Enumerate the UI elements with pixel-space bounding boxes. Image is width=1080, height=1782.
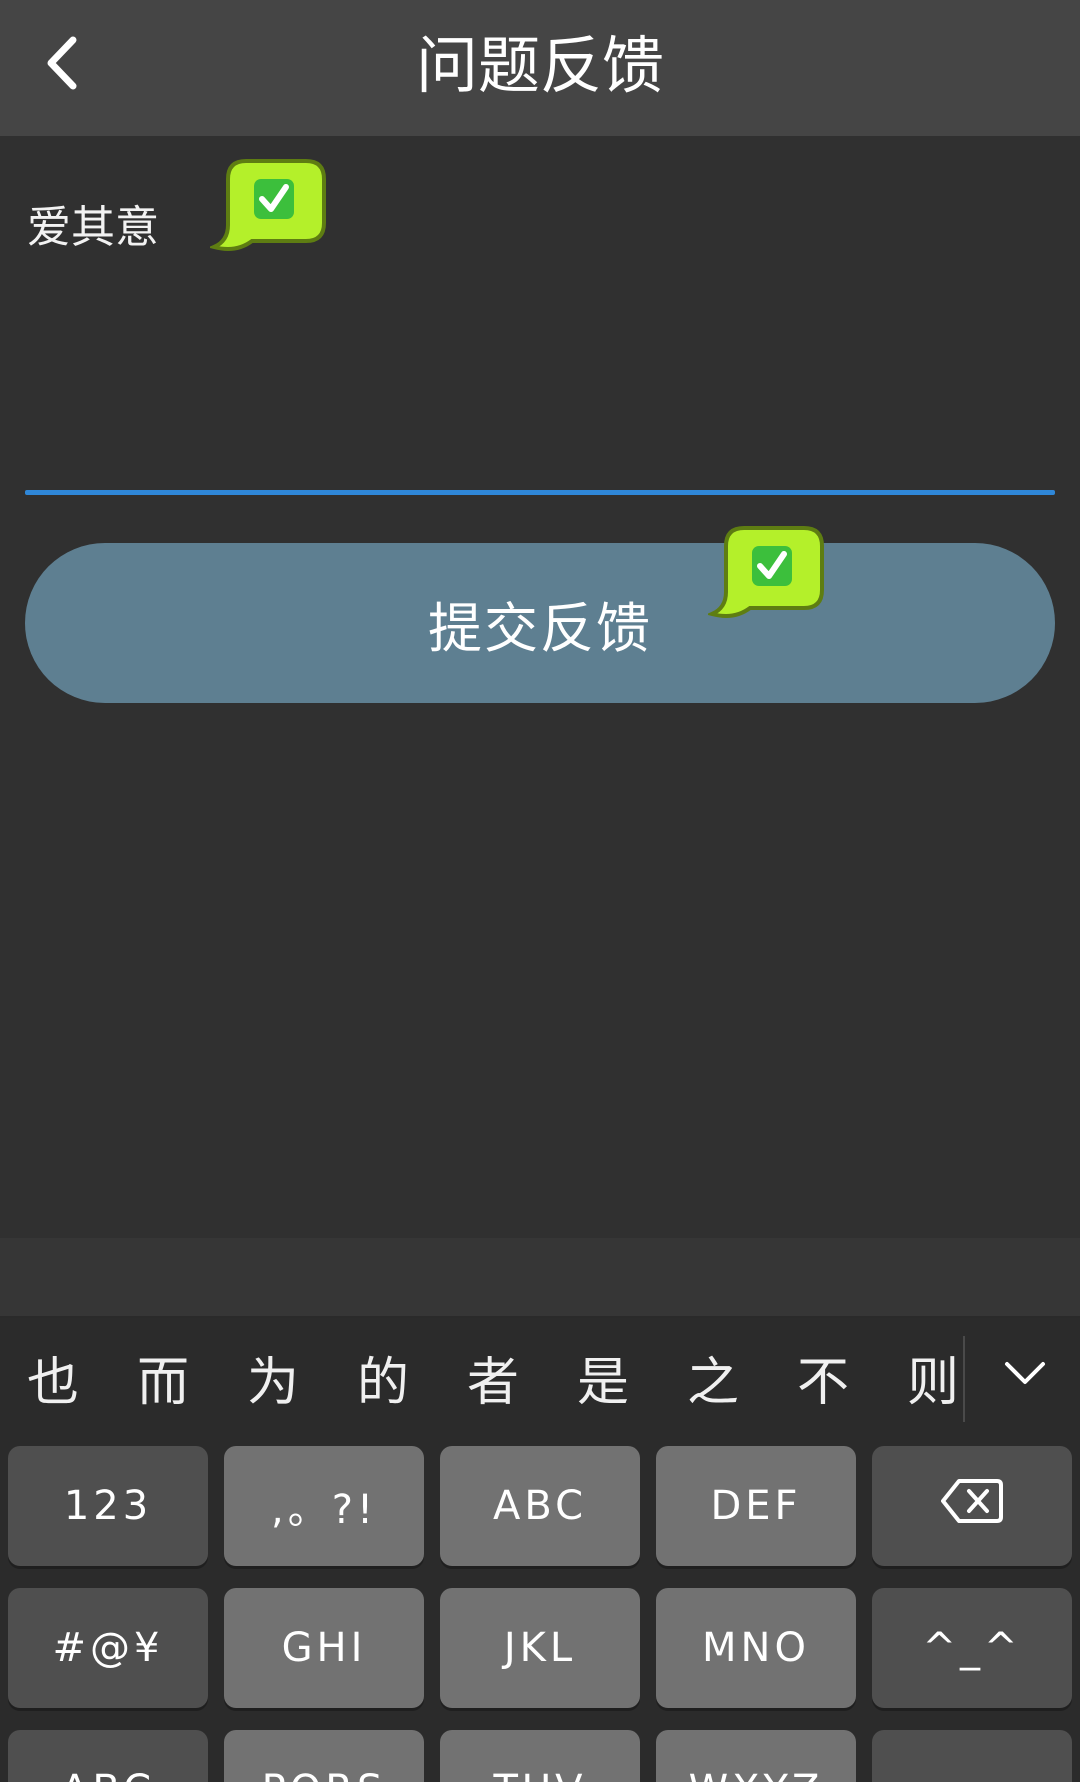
candidate-word[interactable]: 者 <box>448 1344 538 1422</box>
key-abc[interactable]: ABC <box>440 1446 640 1566</box>
candidate-word[interactable]: 之 <box>668 1344 758 1422</box>
key-jkl[interactable]: JKL <box>440 1588 640 1708</box>
key-tuv[interactable]: TUV <box>440 1730 640 1782</box>
key-pqrs[interactable]: PQRS <box>224 1730 424 1782</box>
page-title: 问题反馈 <box>415 29 664 102</box>
submit-feedback-label: 提交反馈 <box>428 596 652 660</box>
input-underline <box>25 490 1055 495</box>
screen: 问题反馈 爱其意 提交反馈 也 而 为 的 者 是 之 不 则 123 ,。?!… <box>0 0 1080 1782</box>
candidate-word[interactable]: 的 <box>338 1344 428 1422</box>
keyboard: 也 而 为 的 者 是 之 不 则 123 ,。?! ABC DEF #@¥ G… <box>0 1318 1080 1782</box>
backspace-icon <box>941 1477 1003 1535</box>
collapse-candidates-button[interactable] <box>990 1346 1060 1406</box>
chevron-down-icon <box>1003 1360 1047 1392</box>
key-symbols[interactable]: #@¥ <box>8 1588 208 1708</box>
candidate-word[interactable]: 为 <box>228 1344 318 1422</box>
feedback-input-value: 爱其意 <box>27 202 159 253</box>
key-mno[interactable]: MNO <box>656 1588 856 1708</box>
candidate-bar: 也 而 为 的 者 是 之 不 则 <box>0 1318 1080 1448</box>
key-enter[interactable] <box>872 1730 1072 1782</box>
candidate-word[interactable]: 不 <box>778 1344 868 1422</box>
top-bar: 问题反馈 <box>0 0 1080 136</box>
check-speech-bubble-icon <box>705 524 826 620</box>
key-emoticon[interactable]: ^_^ <box>872 1588 1072 1708</box>
candidate-word[interactable]: 是 <box>558 1344 648 1422</box>
key-abc-switch[interactable]: ABC <box>8 1730 208 1782</box>
keyboard-toolbar <box>0 1238 1080 1318</box>
key-punctuation[interactable]: ,。?! <box>224 1446 424 1566</box>
key-def[interactable]: DEF <box>656 1446 856 1566</box>
key-delete[interactable] <box>872 1446 1072 1566</box>
key-wxyz[interactable]: WXYZ <box>656 1730 856 1782</box>
submit-feedback-button[interactable]: 提交反馈 <box>25 543 1055 703</box>
key-numbers[interactable]: 123 <box>8 1446 208 1566</box>
feedback-input[interactable]: 爱其意 <box>25 160 1055 495</box>
candidate-divider <box>963 1336 965 1422</box>
candidate-word[interactable]: 而 <box>118 1344 208 1422</box>
key-ghi[interactable]: GHI <box>224 1588 424 1708</box>
candidate-word[interactable]: 也 <box>8 1344 98 1422</box>
check-speech-bubble-icon <box>207 157 328 253</box>
